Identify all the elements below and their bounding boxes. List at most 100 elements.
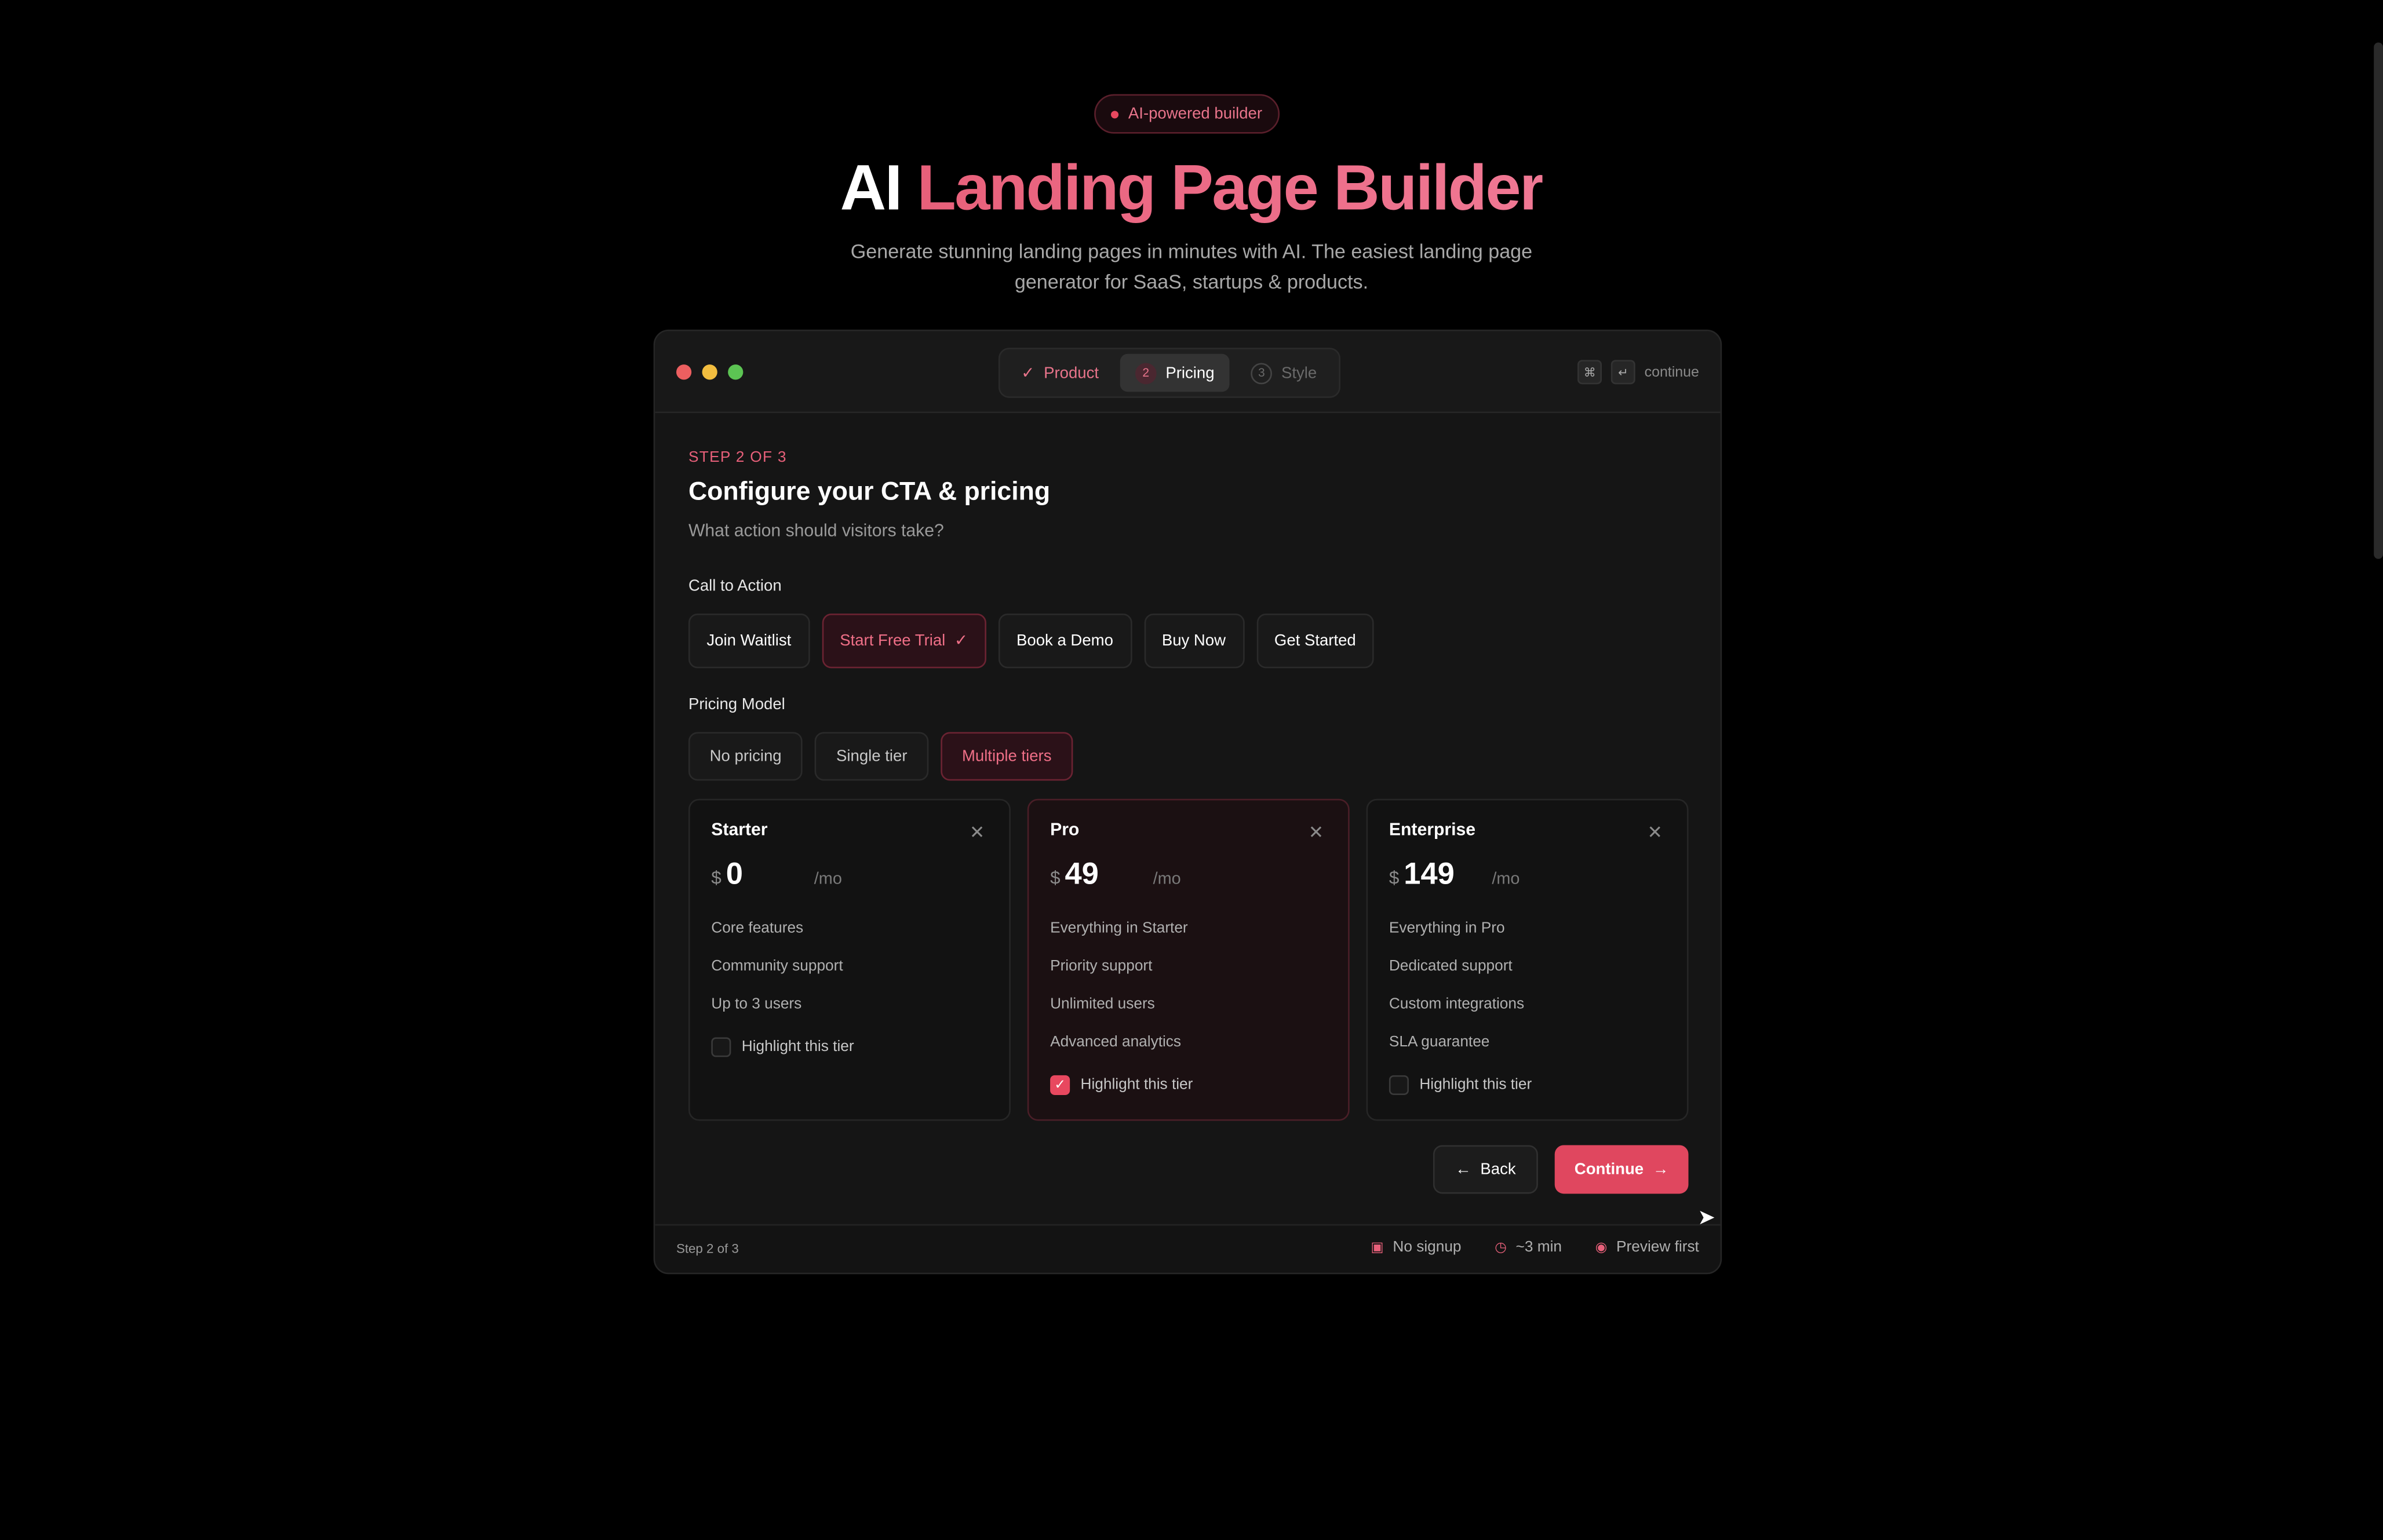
tier-price: $ 0 /mo <box>711 858 988 893</box>
close-icon[interactable]: ✕ <box>970 822 985 843</box>
currency-symbol: $ <box>711 867 722 889</box>
minimize-window-icon[interactable] <box>702 364 717 380</box>
price-period: /mo <box>1153 870 1181 889</box>
highlight-label: Highlight this tier <box>1080 1076 1193 1094</box>
tier-feature[interactable]: Everything in Pro <box>1389 921 1666 939</box>
mouse-cursor-icon: ➤ <box>1697 1204 1715 1229</box>
tier-feature[interactable]: SLA guarantee <box>1389 1034 1666 1052</box>
step-tab-style[interactable]: 3 Style <box>1236 354 1332 392</box>
arrow-left-icon: ← <box>1455 1160 1471 1179</box>
price-period: /mo <box>814 870 842 889</box>
step-number: 2 <box>1135 362 1157 384</box>
price-input[interactable]: 0 <box>726 858 814 893</box>
maximize-window-icon[interactable] <box>728 364 744 380</box>
check-icon: ✓ <box>1021 363 1035 382</box>
price-input[interactable]: 149 <box>1404 858 1492 893</box>
step-navigator: ✓ Product 2 Pricing 3 Style <box>998 348 1340 398</box>
chip-label: Get Started <box>1274 632 1356 650</box>
footer-item-preview: ◉ Preview first <box>1595 1239 1699 1256</box>
continue-button[interactable]: Continue → <box>1554 1145 1689 1194</box>
tier-feature[interactable]: Core features <box>711 921 988 939</box>
pricing-model-options: No pricing Single tier Multiple tiers <box>688 732 1073 781</box>
cta-option-buy-now[interactable]: Buy Now <box>1143 614 1244 669</box>
no-signup-icon: ▣ <box>1371 1239 1384 1255</box>
pricing-option-no-pricing[interactable]: No pricing <box>688 732 803 781</box>
step-tab-pricing[interactable]: 2 Pricing <box>1120 353 1230 392</box>
cta-option-get-started[interactable]: Get Started <box>1256 614 1375 669</box>
step-tab-label: Product <box>1044 363 1099 382</box>
chip-label: Buy Now <box>1161 632 1226 650</box>
arrow-right-icon: → <box>1652 1160 1669 1179</box>
builder-window: ✓ Product 2 Pricing 3 Style ⌘ ↵ continue… <box>653 329 1722 1275</box>
tier-price: $ 149 /mo <box>1389 858 1666 893</box>
chip-label: Multiple tiers <box>961 747 1052 766</box>
step-indicator: STEP 2 OF 3 <box>688 449 787 466</box>
page-scrollbar[interactable] <box>2374 42 2383 559</box>
window-footer: Step 2 of 3 ▣ No signup ◷ ~3 min ◉ Previ… <box>655 1224 1721 1273</box>
badge-dot-icon <box>1112 110 1120 118</box>
hero-badge: AI-powered builder <box>1094 94 1280 134</box>
page: AI-powered builder AI Landing Page Build… <box>0 0 2383 1540</box>
window-titlebar: ✓ Product 2 Pricing 3 Style ⌘ ↵ continue <box>655 331 1721 413</box>
close-icon[interactable]: ✕ <box>1309 822 1324 843</box>
tier-feature[interactable]: Community support <box>711 958 988 976</box>
chip-label: No pricing <box>709 747 782 766</box>
tier-price: $ 49 /mo <box>1050 858 1327 893</box>
highlight-tier-toggle[interactable]: ✓ Highlight this tier <box>1050 1075 1327 1095</box>
price-input[interactable]: 49 <box>1065 858 1153 893</box>
form-heading: Configure your CTA & pricing <box>688 477 1051 506</box>
cta-option-join-waitlist[interactable]: Join Waitlist <box>688 614 810 669</box>
tier-feature[interactable]: Advanced analytics <box>1050 1034 1327 1052</box>
currency-symbol: $ <box>1389 867 1400 889</box>
footer-item-label: ~3 min <box>1515 1239 1562 1256</box>
hero-title-accent: Landing Page Builder <box>917 152 1544 224</box>
keyboard-hint: ⌘ ↵ continue <box>1577 360 1699 385</box>
step-tab-label: Pricing <box>1165 363 1215 382</box>
highlight-tier-toggle[interactable]: Highlight this tier <box>711 1037 988 1057</box>
hero-title: AI Landing Page Builder <box>0 152 2383 225</box>
footer-features: ▣ No signup ◷ ~3 min ◉ Preview first <box>1371 1239 1699 1256</box>
pricing-option-multiple-tiers[interactable]: Multiple tiers <box>941 732 1073 781</box>
tier-feature[interactable]: Unlimited users <box>1050 997 1327 1014</box>
hero-subtitle-line-2: generator for SaaS, startups & products. <box>1014 270 1369 293</box>
step-tab-label: Style <box>1281 363 1317 382</box>
pricing-option-single-tier[interactable]: Single tier <box>815 732 929 781</box>
close-window-icon[interactable] <box>676 364 692 380</box>
cta-option-start-free-trial[interactable]: Start Free Trial ✓ <box>821 614 986 669</box>
hero-subtitle: Generate stunning landing pages in minut… <box>0 237 2383 298</box>
close-icon[interactable]: ✕ <box>1648 822 1663 843</box>
tier-feature[interactable]: Up to 3 users <box>711 997 988 1014</box>
step-tab-product[interactable]: ✓ Product <box>1006 354 1114 392</box>
form-subheading: What action should visitors take? <box>688 522 944 541</box>
chip-label: Start Free Trial <box>840 632 946 650</box>
tier-name[interactable]: Starter <box>711 822 988 840</box>
highlight-checkbox[interactable] <box>1389 1075 1409 1095</box>
tier-feature[interactable]: Custom integrations <box>1389 997 1666 1014</box>
command-key-icon: ⌘ <box>1577 360 1602 385</box>
back-button-label: Back <box>1480 1160 1516 1179</box>
tier-name[interactable]: Pro <box>1050 822 1327 840</box>
continue-button-label: Continue <box>1574 1160 1644 1179</box>
tier-feature[interactable]: Priority support <box>1050 958 1327 976</box>
cta-option-book-a-demo[interactable]: Book a Demo <box>998 614 1132 669</box>
check-icon[interactable]: ✓ <box>1050 1075 1070 1095</box>
tier-feature[interactable]: Dedicated support <box>1389 958 1666 976</box>
hero-subtitle-line-1: Generate stunning landing pages in minut… <box>850 240 1533 263</box>
keyboard-hint-label: continue <box>1644 363 1699 381</box>
currency-symbol: $ <box>1050 867 1061 889</box>
step-number: 3 <box>1251 362 1273 384</box>
footer-step-text: Step 2 of 3 <box>676 1240 739 1256</box>
back-button[interactable]: ← Back <box>1433 1145 1538 1194</box>
chip-label: Book a Demo <box>1016 632 1113 650</box>
tier-card-pro: Pro ✕ $ 49 /mo Everything in Starter Pri… <box>1027 798 1350 1121</box>
price-period: /mo <box>1492 870 1520 889</box>
tier-feature[interactable]: Everything in Starter <box>1050 921 1327 939</box>
cta-options: Join Waitlist Start Free Trial ✓ Book a … <box>688 614 1375 669</box>
chip-label: Join Waitlist <box>706 632 792 650</box>
tier-name[interactable]: Enterprise <box>1389 822 1666 840</box>
highlight-checkbox[interactable] <box>711 1037 731 1057</box>
footer-item-time: ◷ ~3 min <box>1495 1239 1562 1256</box>
check-icon: ✓ <box>954 632 968 650</box>
footer-item-label: No signup <box>1393 1239 1462 1256</box>
highlight-tier-toggle[interactable]: Highlight this tier <box>1389 1075 1666 1095</box>
